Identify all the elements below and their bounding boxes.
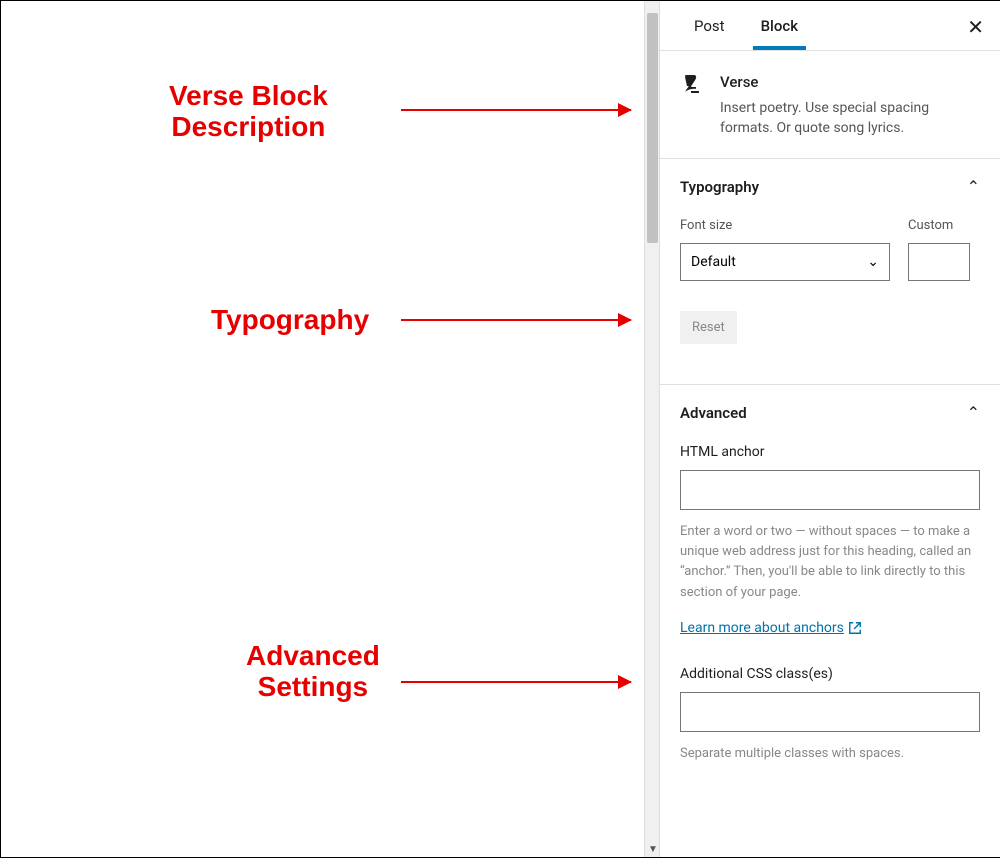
block-settings-sidebar: Post Block ✕ Verse Insert poetry. Use sp…: [660, 1, 1000, 857]
typography-panel-toggle[interactable]: Typography ⌃: [680, 177, 980, 196]
scrollbar-down-arrow[interactable]: ▼: [648, 844, 658, 855]
html-anchor-input[interactable]: [680, 470, 980, 510]
chevron-down-icon: ⌄: [867, 254, 879, 270]
custom-size-input[interactable]: [908, 243, 970, 281]
editor-canvas: Verse Block Description Typography Advan…: [1, 1, 644, 857]
css-classes-label: Additional CSS class(es): [680, 666, 980, 682]
tab-post[interactable]: Post: [676, 3, 743, 49]
typography-panel: Typography ⌃ Font size Default ⌄ Custom …: [660, 159, 1000, 385]
block-description-text: Insert poetry. Use special spacing forma…: [720, 99, 980, 138]
advanced-panel-toggle[interactable]: Advanced ⌃: [680, 403, 980, 422]
annotation-typography: Typography: [211, 304, 369, 336]
html-anchor-label: HTML anchor: [680, 444, 980, 460]
block-title: Verse: [720, 73, 980, 91]
annotation-arrow: [401, 319, 631, 321]
scrollbar[interactable]: ▼: [644, 1, 660, 857]
css-classes-input[interactable]: [680, 692, 980, 732]
learn-more-text: Learn more about anchors: [680, 620, 844, 636]
custom-label: Custom: [908, 218, 970, 233]
sidebar-tabs: Post Block ✕: [660, 1, 1000, 51]
annotation-verse-desc: Verse Block Description: [169, 81, 328, 143]
annotation-arrow: [401, 681, 631, 683]
reset-button[interactable]: Reset: [680, 311, 737, 344]
block-description-panel: Verse Insert poetry. Use special spacing…: [660, 51, 1000, 159]
annotation-advanced: Advanced Settings: [246, 641, 380, 703]
advanced-panel: Advanced ⌃ HTML anchor Enter a word or t…: [660, 385, 1000, 774]
css-classes-help: Separate multiple classes with spaces.: [680, 744, 980, 764]
verse-icon: [680, 73, 704, 138]
advanced-title: Advanced: [680, 404, 747, 422]
tab-block[interactable]: Block: [743, 3, 816, 49]
learn-more-link[interactable]: Learn more about anchors: [680, 620, 862, 636]
scrollbar-thumb[interactable]: [647, 13, 658, 243]
font-size-value: Default: [691, 254, 736, 270]
font-size-label: Font size: [680, 218, 890, 233]
typography-title: Typography: [680, 178, 759, 196]
html-anchor-help: Enter a word or two — without spaces — t…: [680, 522, 980, 603]
annotation-arrow: [401, 109, 631, 111]
external-link-icon: [848, 621, 862, 635]
chevron-up-icon: ⌃: [967, 403, 980, 422]
close-icon[interactable]: ✕: [967, 15, 984, 39]
chevron-up-icon: ⌃: [967, 177, 980, 196]
font-size-select[interactable]: Default ⌄: [680, 243, 890, 281]
